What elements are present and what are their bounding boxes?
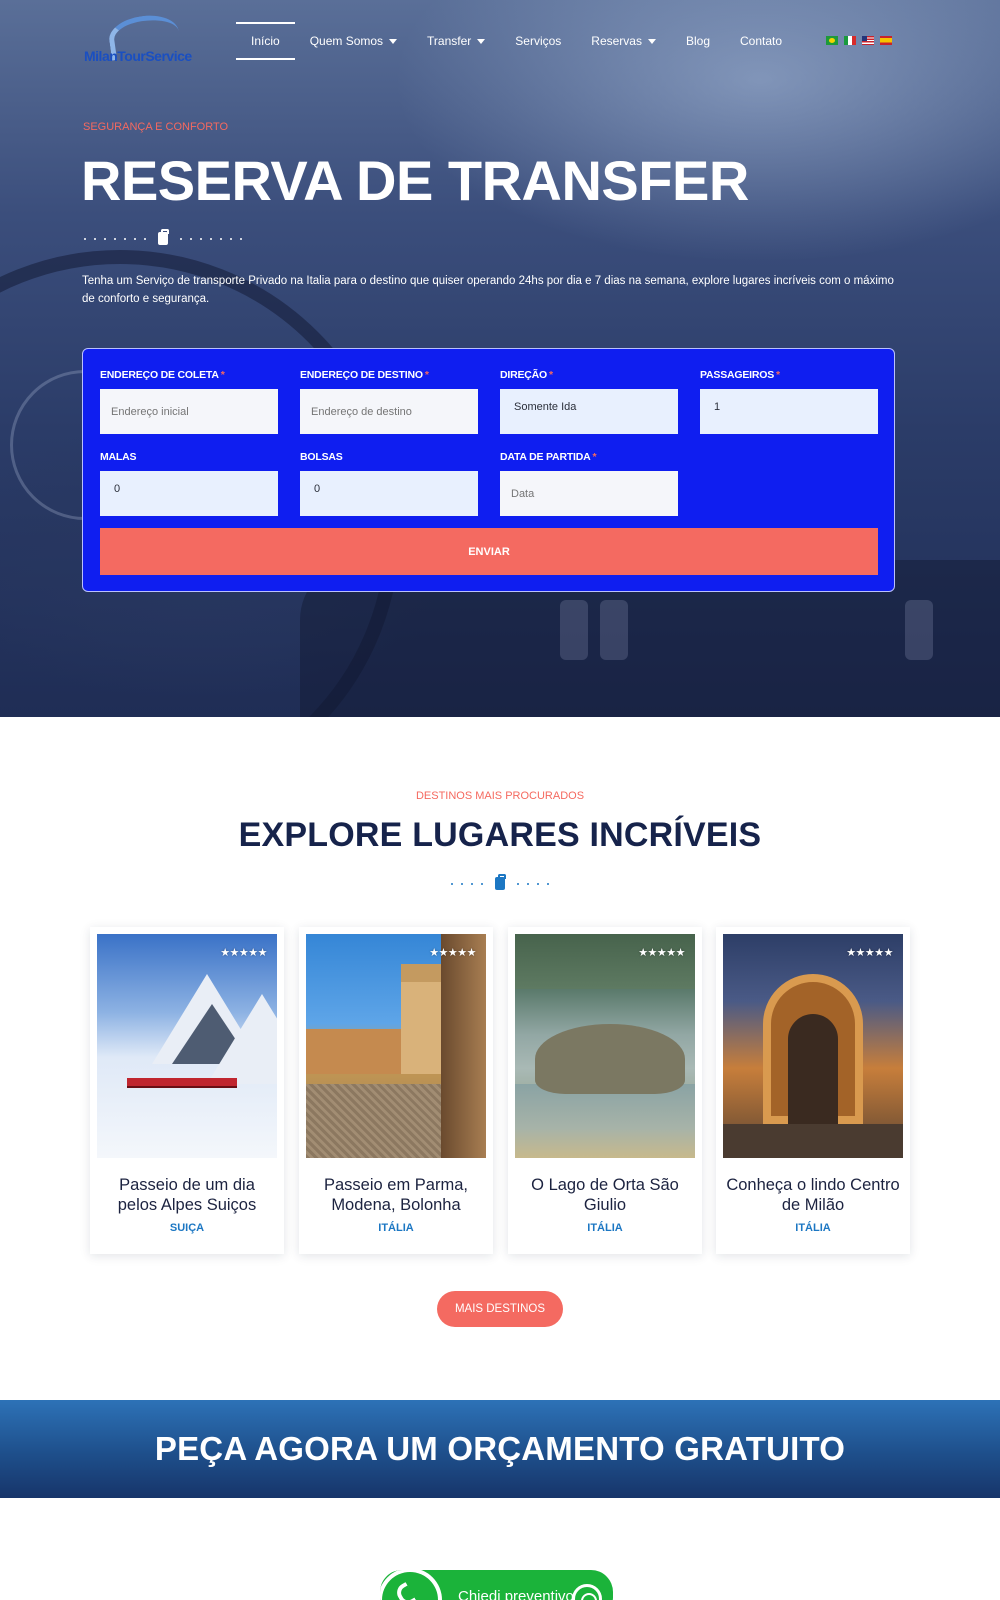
us-flag-icon[interactable] [862, 36, 874, 45]
whatsapp-quote-button[interactable]: Chiedi preventivo [380, 1570, 613, 1600]
train-shape [127, 1078, 237, 1088]
bags-label: MALAS [100, 451, 137, 463]
card-country: ITÁLIA [587, 1222, 623, 1234]
language-switcher [826, 36, 892, 45]
vent-decoration [600, 600, 628, 660]
caret-down-icon [389, 38, 398, 44]
hero-title: RESERVA DE TRANSFER [81, 149, 749, 212]
destination-field: ENDEREÇO DE DESTINO * [300, 369, 478, 434]
bags-field: MALAS 0 [100, 451, 278, 516]
br-flag-icon[interactable] [826, 36, 838, 45]
booking-form: ENDEREÇO DE COLETA* ENDEREÇO DE DESTINO*… [82, 348, 895, 592]
quote-banner: PEÇA AGORA UM ORÇAMENTO GRATUITO [0, 1400, 1000, 1498]
pickup-input[interactable] [100, 389, 278, 434]
whatsapp-icon [572, 1584, 602, 1600]
direction-field: DIREÇÃO * Somente Ida [500, 369, 678, 434]
passengers-field: PASSAGEIROS * 1 [700, 369, 878, 434]
hero-description: Tenha um Serviço de transporte Privado n… [82, 275, 894, 305]
destination-card[interactable]: ★★★★★ Conheça o lindo Centro de Milão IT… [716, 927, 910, 1254]
hero-divider [82, 229, 244, 245]
passengers-label: PASSAGEIROS * [700, 369, 780, 381]
destination-card[interactable]: ★★★★★ O Lago de Orta São Giulio ITÁLIA [508, 927, 702, 1254]
luggage-icon [495, 874, 506, 890]
orta-image: ★★★★★ [515, 934, 695, 1158]
section-kicker: DESTINOS MAIS PROCURADOS [415, 790, 585, 802]
site-logo[interactable]: MilanTourService [84, 11, 209, 67]
destination-card[interactable]: ★★★★★ Passeio de um dia pelos Alpes Suiç… [90, 927, 284, 1254]
site-header: MilanTourService Início Quem Somos Trans… [0, 0, 1000, 80]
card-country: ITÁLIA [378, 1222, 414, 1234]
nav-label: Blog [685, 34, 711, 48]
caret-down-icon [647, 38, 656, 44]
nav-item-blog[interactable]: Blog [671, 24, 725, 58]
whatsapp-label: Chiedi preventivo [458, 1588, 574, 1600]
submit-button[interactable]: ENVIAR [100, 528, 878, 575]
destination-input[interactable] [300, 389, 478, 434]
card-country: ITÁLIA [795, 1222, 831, 1234]
hero-section: MilanTourService Início Quem Somos Trans… [0, 0, 1000, 717]
nav-item-contato[interactable]: Contato [725, 24, 797, 58]
nav-label: Quem Somos [309, 34, 384, 48]
destination-label: ENDEREÇO DE DESTINO * [300, 369, 429, 381]
card-title: O Lago de Orta São Giulio [531, 1176, 679, 1214]
passengers-input[interactable]: 1 [700, 389, 878, 434]
date-input[interactable] [500, 471, 678, 516]
nav-item-transfer[interactable]: Transfer [412, 24, 500, 58]
direction-label: DIREÇÃO * [500, 369, 553, 381]
nav-label: Serviços [515, 34, 562, 48]
alps-image: ★★★★★ [97, 934, 277, 1158]
es-flag-icon[interactable] [880, 36, 892, 45]
pickup-label: ENDEREÇO DE COLETA * [100, 369, 225, 381]
section-divider [449, 874, 551, 890]
card-title: Passeio em Parma, Modena, Bolonha [324, 1176, 468, 1214]
pickup-field: ENDEREÇO DE COLETA * [100, 369, 278, 434]
hero-kicker: SEGURANÇA E CONFORTO [83, 121, 229, 133]
date-label: DATA DE PARTIDA * [500, 451, 597, 463]
parma-image: ★★★★★ [306, 934, 486, 1158]
nav-label: Contato [740, 34, 783, 48]
nav-label: Transfer [427, 34, 472, 48]
rating-stars-icon: ★★★★★ [638, 947, 685, 959]
it-flag-icon[interactable] [844, 36, 856, 45]
date-field: DATA DE PARTIDA * [500, 451, 678, 516]
destination-cards: ★★★★★ Passeio de um dia pelos Alpes Suiç… [90, 927, 910, 1254]
nav-item-reservas[interactable]: Reservas [576, 24, 671, 58]
milao-image: ★★★★★ [723, 934, 903, 1158]
handbags-field: BOLSAS 0 [300, 451, 478, 516]
rating-stars-icon: ★★★★★ [429, 947, 476, 959]
handbags-input[interactable]: 0 [300, 471, 478, 516]
card-title: Passeio de um dia pelos Alpes Suiços [117, 1176, 257, 1214]
logo-text: MilanTourService [84, 48, 192, 64]
section-title: EXPLORE LUGARES INCRÍVEIS [238, 816, 762, 854]
destination-card[interactable]: ★★★★★ Passeio em Parma, Modena, Bolonha … [299, 927, 493, 1254]
nav-item-quem-somos[interactable]: Quem Somos [295, 24, 412, 58]
rating-stars-icon: ★★★★★ [846, 947, 893, 959]
nav-label: Início [251, 34, 280, 48]
main-nav: Início Quem Somos Transfer Serviços Rese… [236, 22, 797, 60]
bags-input[interactable]: 0 [100, 471, 278, 516]
vent-decoration [905, 600, 933, 660]
nav-item-inicio[interactable]: Início [236, 22, 295, 60]
caret-down-icon [477, 38, 486, 44]
nav-label: Reservas [591, 34, 642, 48]
direction-select[interactable]: Somente Ida [500, 389, 678, 434]
quote-banner-title: PEÇA AGORA UM ORÇAMENTO GRATUITO [154, 1430, 846, 1467]
handbags-label: BOLSAS [300, 451, 343, 463]
more-destinations-button[interactable]: MAIS DESTINOS [437, 1291, 563, 1327]
nav-item-servicos[interactable]: Serviços [500, 24, 576, 58]
card-title: Conheça o lindo Centro de Milão [726, 1176, 900, 1214]
whatsapp-badge [380, 1570, 442, 1600]
luggage-icon [158, 229, 169, 245]
vent-decoration [560, 600, 588, 660]
card-country: SUIÇA [169, 1222, 205, 1234]
rating-stars-icon: ★★★★★ [220, 947, 267, 959]
